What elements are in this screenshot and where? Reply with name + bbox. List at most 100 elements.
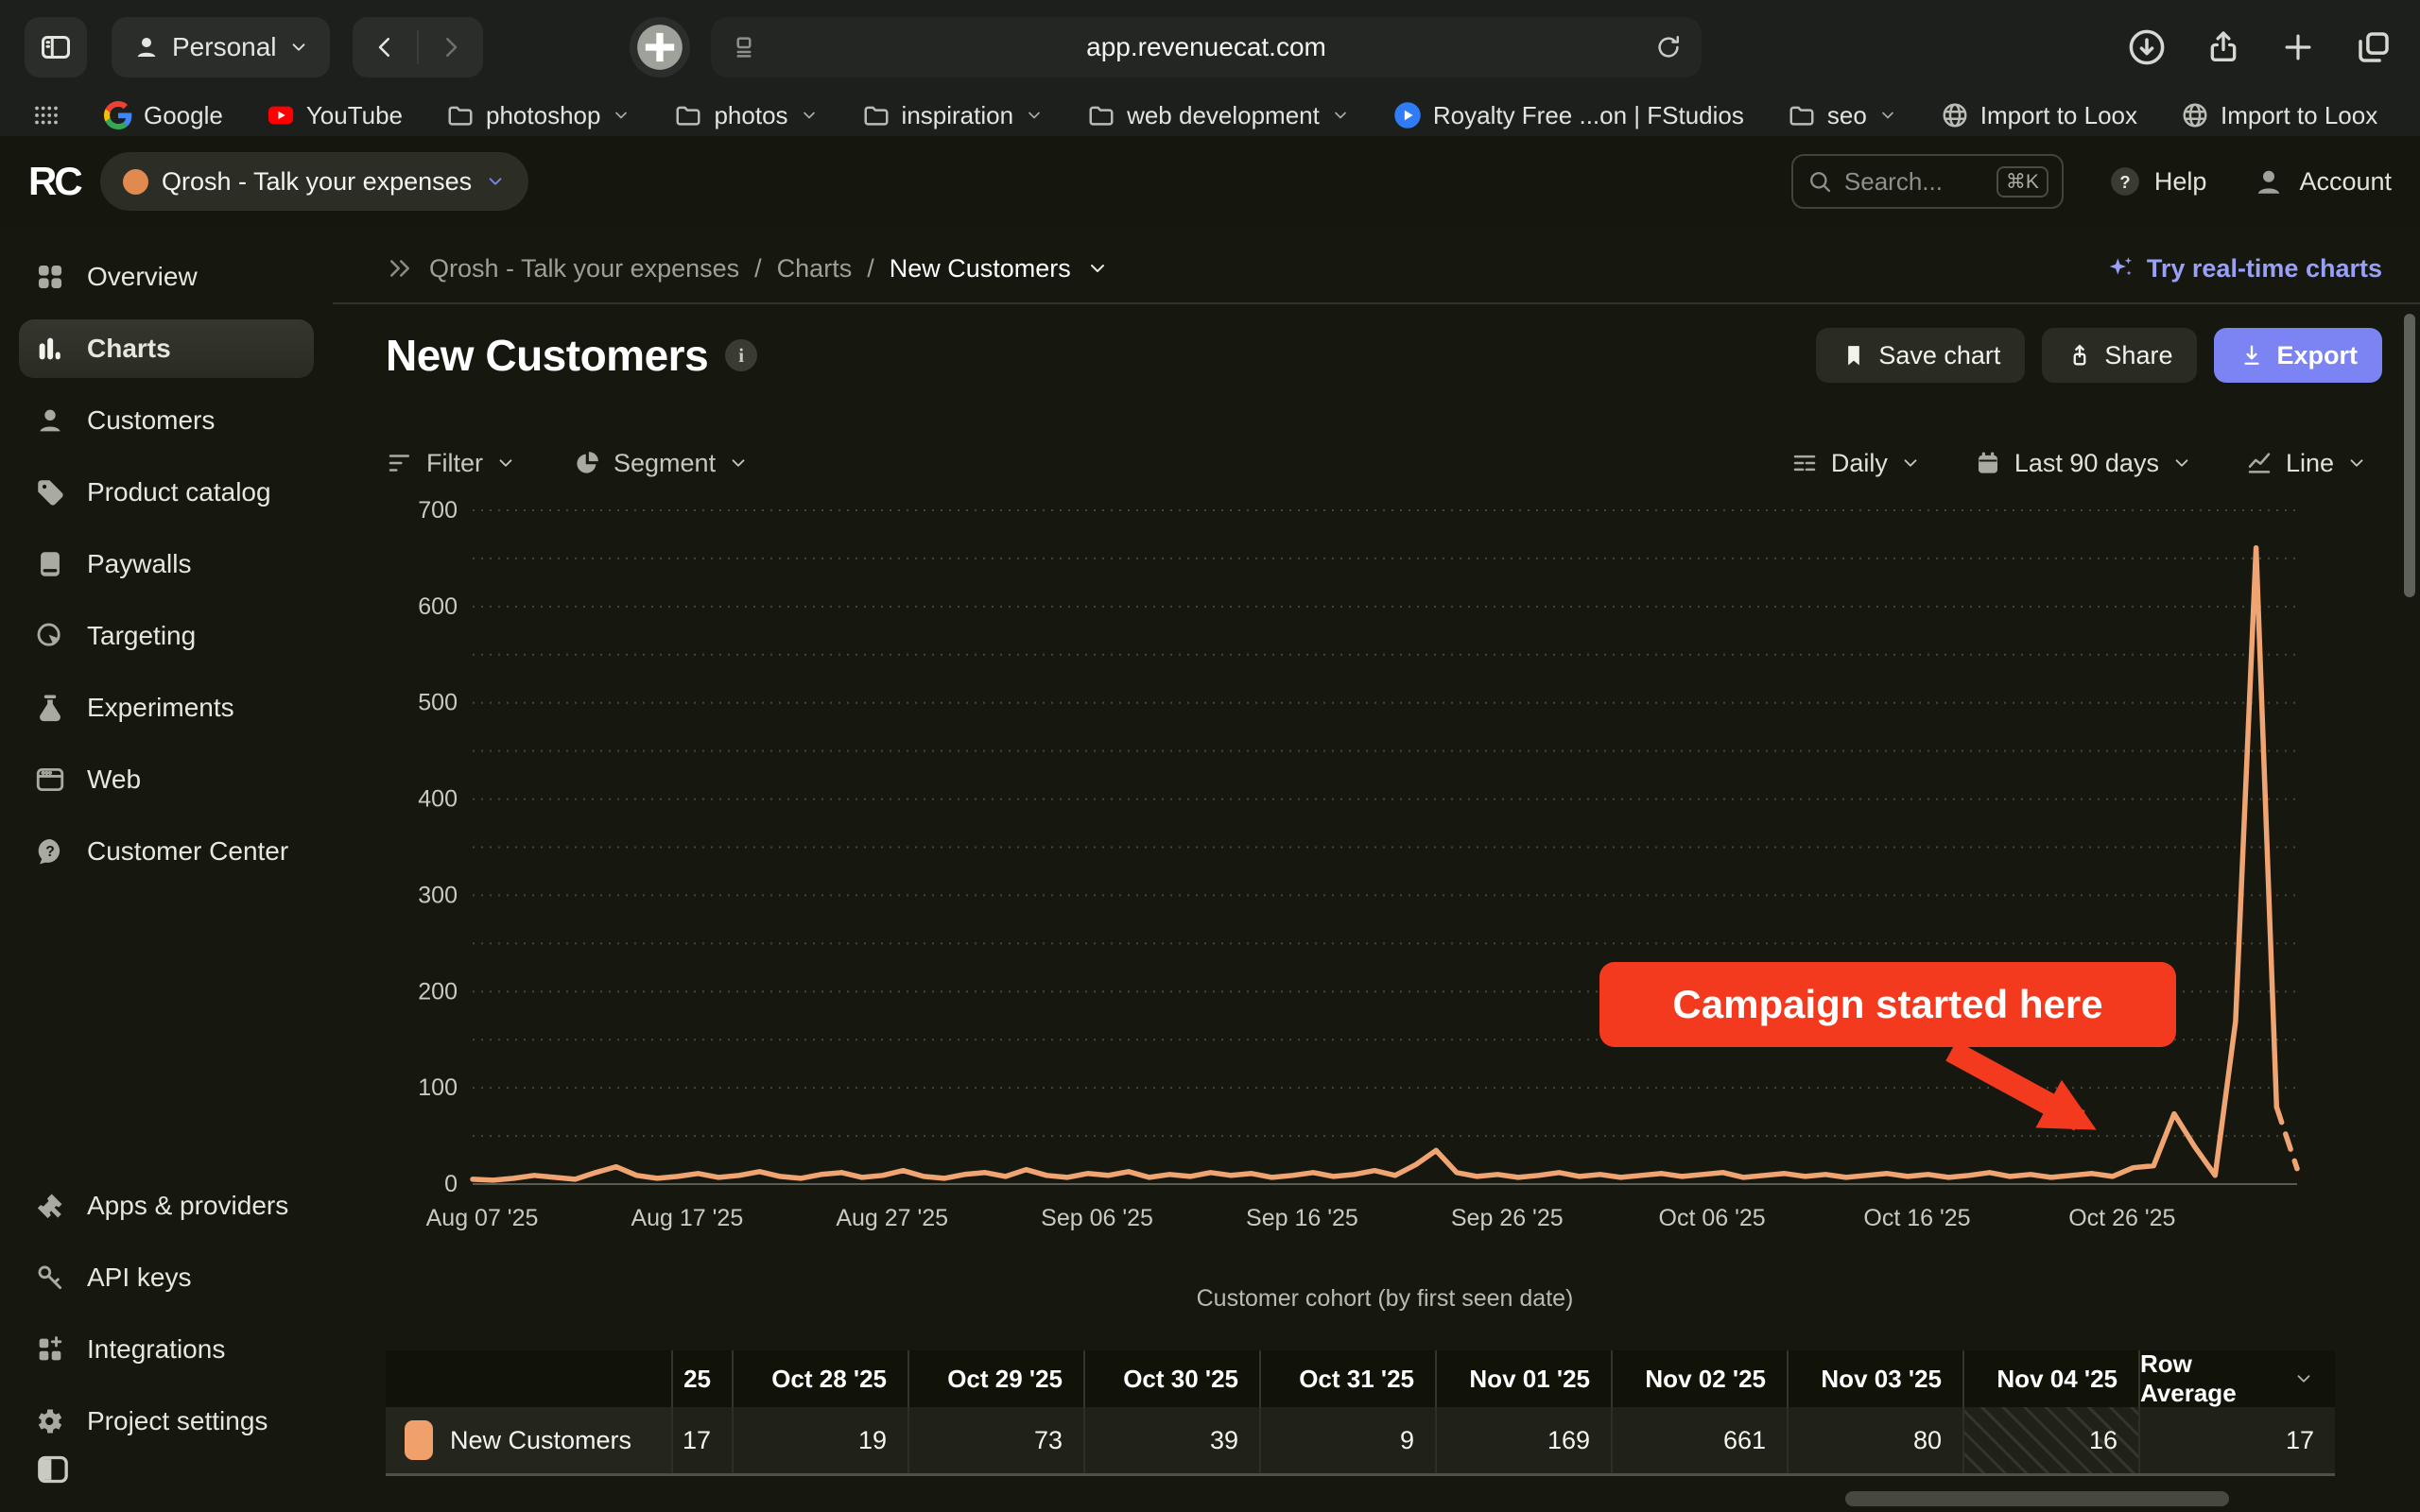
bookmark-item[interactable]: photoshop	[446, 101, 631, 130]
reload-button[interactable]	[1654, 33, 1683, 61]
bookmark-item[interactable]: inspiration	[862, 101, 1045, 130]
realtime-charts-link[interactable]: Try real-time charts	[2105, 253, 2382, 284]
web-icon	[34, 764, 66, 796]
bookmark-item[interactable]: Import to Loox	[1941, 101, 2137, 130]
chevron-down-icon	[728, 453, 749, 473]
granularity-dropdown[interactable]: Daily	[1790, 449, 1921, 478]
export-label: Export	[2276, 341, 2358, 370]
svg-text:Aug 17 '25: Aug 17 '25	[631, 1205, 743, 1231]
sidebar-item-label: Integrations	[87, 1334, 225, 1365]
table-cell: 17	[671, 1407, 732, 1473]
search-input[interactable]: Search... ⌘K	[1791, 154, 2064, 209]
sidebar-item-paywalls[interactable]: Paywalls	[19, 535, 314, 593]
table-column-header[interactable]: Row Average	[2138, 1350, 2335, 1407]
bookmark-item[interactable]: Google	[104, 101, 223, 130]
bookmark-item[interactable]: YouTube	[267, 101, 403, 130]
table-column-header: Nov 03 '25	[1787, 1350, 1962, 1407]
sidebar-item-project-settings[interactable]: Project settings	[19, 1392, 314, 1451]
sidebar-item-apps-providers[interactable]: Apps & providers	[19, 1177, 314, 1235]
sidebar-item-label: Paywalls	[87, 549, 191, 579]
sidebar-item-product-catalog[interactable]: Product catalog	[19, 463, 314, 522]
chevron-down-icon[interactable]	[1086, 257, 1109, 280]
table-cell: 17	[2138, 1407, 2335, 1473]
downloads-button[interactable]	[2127, 27, 2167, 67]
bookmark-item[interactable]: photos	[674, 101, 818, 130]
svg-text:400: 400	[418, 786, 458, 813]
bookmark-item[interactable]	[32, 101, 60, 129]
vertical-scrollbar[interactable]	[2404, 314, 2415, 597]
profile-label: Personal	[172, 32, 277, 62]
back-button[interactable]	[353, 33, 417, 61]
toolbar-right	[2127, 0, 2394, 94]
sidebar-item-integrations[interactable]: Integrations	[19, 1320, 314, 1379]
chart-type-dropdown[interactable]: Line	[2245, 449, 2367, 478]
sidebar-item-overview[interactable]: Overview	[19, 248, 314, 306]
filter-dropdown[interactable]: Filter	[386, 449, 516, 478]
table-column: Oct 29 '25 73	[908, 1350, 1083, 1473]
sidebar-item-api-keys[interactable]: API keys	[19, 1248, 314, 1307]
help-button[interactable]: ? Help	[2109, 165, 2207, 198]
forward-button[interactable]	[419, 33, 483, 61]
header-divider	[333, 302, 2420, 304]
extension-button[interactable]	[630, 17, 690, 77]
svg-text:0: 0	[444, 1171, 458, 1197]
tab-overview-button[interactable]	[2354, 27, 2394, 67]
info-icon[interactable]: i	[725, 339, 757, 371]
svg-text:Aug 27 '25: Aug 27 '25	[836, 1205, 948, 1231]
date-range-dropdown[interactable]: Last 90 days	[1974, 449, 2192, 478]
chevron-down-icon	[2346, 453, 2367, 473]
targeting-icon	[34, 620, 66, 652]
url-bar[interactable]: app.revenuecat.com	[711, 17, 1702, 77]
granularity-label: Daily	[1831, 449, 1888, 478]
campaign-annotation: Campaign started here	[1599, 962, 2176, 1047]
bookmark-item[interactable]: Import to Loox	[2181, 101, 2377, 130]
sidebar-item-targeting[interactable]: Targeting	[19, 607, 314, 665]
project-switcher[interactable]: Qrosh - Talk your expenses	[100, 152, 528, 211]
chevron-down-icon	[1331, 106, 1350, 125]
account-button[interactable]: Account	[2252, 164, 2392, 198]
url-text: app.revenuecat.com	[711, 32, 1702, 62]
account-label: Account	[2299, 167, 2392, 197]
share-chart-button[interactable]: Share	[2042, 328, 2197, 383]
project-settings-icon	[34, 1405, 66, 1437]
sidebar-collapse-button[interactable]	[34, 1451, 72, 1488]
table-column: Nov 02 '25 661	[1611, 1350, 1787, 1473]
chart-canvas: 0100200300400500600700Aug 07 '25Aug 17 '…	[371, 490, 2325, 1340]
new-tab-button[interactable]	[2280, 29, 2316, 65]
sidebar-toggle-button[interactable]	[25, 17, 87, 77]
bookmark-item[interactable]: web development	[1087, 101, 1350, 130]
chevron-down-icon	[1878, 106, 1897, 125]
table-column: Oct 28 '25 19	[732, 1350, 908, 1473]
table-column-header: Oct 30 '25	[1083, 1350, 1259, 1407]
chevron-down-icon	[2171, 453, 2192, 473]
sidebar-item-customer-center[interactable]: ?Customer Center	[19, 822, 314, 881]
table-column: 25 17	[671, 1350, 732, 1473]
bookmark-label: YouTube	[306, 101, 403, 130]
svg-text:300: 300	[418, 882, 458, 908]
revenuecat-logo[interactable]: RC	[28, 159, 100, 204]
svg-text:Sep 16 '25: Sep 16 '25	[1246, 1205, 1358, 1231]
export-button[interactable]: Export	[2214, 328, 2382, 383]
horizontal-scrollbar[interactable]	[1845, 1491, 2229, 1506]
realtime-charts-label: Try real-time charts	[2147, 254, 2382, 284]
question-icon: ?	[2109, 165, 2141, 198]
breadcrumb-charts[interactable]: Charts	[777, 254, 853, 284]
bookmark-item[interactable]: Royalty Free ...on | FStudios	[1393, 101, 1744, 130]
save-chart-button[interactable]: Save chart	[1816, 328, 2025, 383]
share-button[interactable]	[2204, 28, 2242, 66]
breadcrumb-project[interactable]: Qrosh - Talk your expenses	[429, 254, 739, 284]
sidebar-item-customers[interactable]: Customers	[19, 391, 314, 450]
globe-icon	[2181, 101, 2209, 129]
profile-button[interactable]: Personal	[112, 17, 330, 77]
bookmark-item[interactable]: seo	[1788, 101, 1897, 130]
segment-dropdown[interactable]: Segment	[573, 449, 749, 478]
chevrons-right-icon	[386, 254, 414, 283]
sidebar-item-charts[interactable]: Charts	[19, 319, 314, 378]
legend-header-cell	[386, 1350, 671, 1407]
account-icon	[2252, 164, 2286, 198]
paywalls-icon	[34, 548, 66, 580]
table-cell: 169	[1435, 1407, 1611, 1473]
breadcrumb-current[interactable]: New Customers	[890, 254, 1071, 284]
sidebar-item-experiments[interactable]: Experiments	[19, 679, 314, 737]
sidebar-item-web[interactable]: Web	[19, 750, 314, 809]
